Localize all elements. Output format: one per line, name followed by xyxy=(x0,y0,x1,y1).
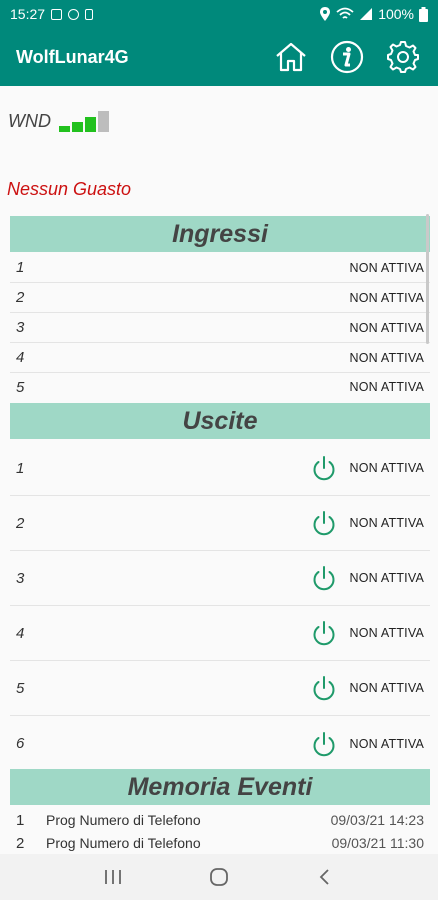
output-status: NON ATTIVA xyxy=(349,626,424,640)
power-button[interactable] xyxy=(310,454,338,482)
fault-status: Nessun Guasto xyxy=(7,179,132,199)
input-status: NON ATTIVA xyxy=(349,320,424,335)
signal-bar-4 xyxy=(98,111,109,132)
input-row: 1 NON ATTIVA xyxy=(10,253,430,283)
uscite-header: Uscite xyxy=(10,403,430,439)
battery-text: 100% xyxy=(378,6,414,22)
battery-icon xyxy=(419,6,428,22)
back-icon xyxy=(319,869,329,885)
notification-icon xyxy=(51,8,63,20)
home-icon xyxy=(276,42,306,72)
output-status: NON ATTIVA xyxy=(349,461,424,475)
event-text: Prog Numero di Telefono xyxy=(46,812,201,828)
settings-button[interactable] xyxy=(384,38,422,76)
power-button[interactable] xyxy=(310,730,338,758)
home-button[interactable] xyxy=(272,38,310,76)
power-button[interactable] xyxy=(310,674,338,702)
operator-label: WND xyxy=(8,111,51,131)
at-icon xyxy=(68,8,80,20)
output-row: 2 NON ATTIVA xyxy=(10,496,430,551)
signal-indicator: WND xyxy=(8,110,109,132)
output-row: 5 NON ATTIVA xyxy=(10,661,430,716)
gear-icon xyxy=(387,41,419,73)
signal-bar-3 xyxy=(85,117,96,132)
info-icon xyxy=(330,40,364,74)
signal-bar-2 xyxy=(72,122,83,132)
system-nav-bar xyxy=(0,854,438,900)
clipboard-icon xyxy=(85,8,94,20)
location-icon xyxy=(320,7,331,21)
output-row: 1 NON ATTIVA xyxy=(10,441,430,496)
status-time: 15:27 xyxy=(10,6,46,22)
input-row: 5 NON ATTIVA xyxy=(10,373,430,401)
input-status: NON ATTIVA xyxy=(349,290,424,305)
event-text: Prog Numero di Telefono xyxy=(46,835,201,851)
app-bar: WolfLunar4G xyxy=(0,28,438,86)
output-row: 4 NON ATTIVA xyxy=(10,606,430,661)
info-button[interactable] xyxy=(328,38,366,76)
power-button[interactable] xyxy=(310,509,338,537)
event-row[interactable]: 1 Prog Numero di Telefono 09/03/21 14:23 xyxy=(10,809,430,831)
memoria-header: Memoria Eventi xyxy=(10,769,430,805)
ingressi-header: Ingressi xyxy=(10,216,430,252)
output-status: NON ATTIVA xyxy=(349,736,424,751)
output-status: NON ATTIVA xyxy=(349,516,424,530)
signal-bars xyxy=(59,110,109,132)
output-status: NON ATTIVA xyxy=(349,571,424,585)
input-row: 3 NON ATTIVA xyxy=(10,313,430,343)
input-row: 4 NON ATTIVA xyxy=(10,343,430,373)
input-status: NON ATTIVA xyxy=(349,260,424,275)
signal-bar-1 xyxy=(59,126,70,132)
output-status: NON ATTIVA xyxy=(349,681,424,695)
event-datetime: 09/03/21 14:23 xyxy=(330,812,424,828)
input-status: NON ATTIVA xyxy=(349,380,424,394)
home-nav-icon xyxy=(210,868,228,886)
recent-apps-button[interactable] xyxy=(93,862,133,892)
event-row[interactable]: 2 Prog Numero di Telefono 09/03/21 11:30 xyxy=(10,832,430,854)
recent-apps-icon xyxy=(105,870,121,884)
status-bar: 15:27 100% xyxy=(0,0,438,28)
cell-signal-icon xyxy=(360,8,373,20)
input-row: 2 NON ATTIVA xyxy=(10,283,430,313)
power-button[interactable] xyxy=(310,564,338,592)
output-row: 6 NON ATTIVA xyxy=(10,716,430,771)
event-datetime: 09/03/21 11:30 xyxy=(331,835,424,851)
ingressi-scrollbar[interactable] xyxy=(426,214,429,344)
app-title: WolfLunar4G xyxy=(16,46,129,67)
output-row: 3 NON ATTIVA xyxy=(10,551,430,606)
home-nav-button[interactable] xyxy=(199,862,239,892)
input-status: NON ATTIVA xyxy=(349,350,424,365)
back-button[interactable] xyxy=(305,862,345,892)
power-button[interactable] xyxy=(310,619,338,647)
wifi-icon xyxy=(336,7,354,19)
main-content: WND Nessun Guasto Ingressi 1 NON ATTIVA … xyxy=(0,86,438,854)
